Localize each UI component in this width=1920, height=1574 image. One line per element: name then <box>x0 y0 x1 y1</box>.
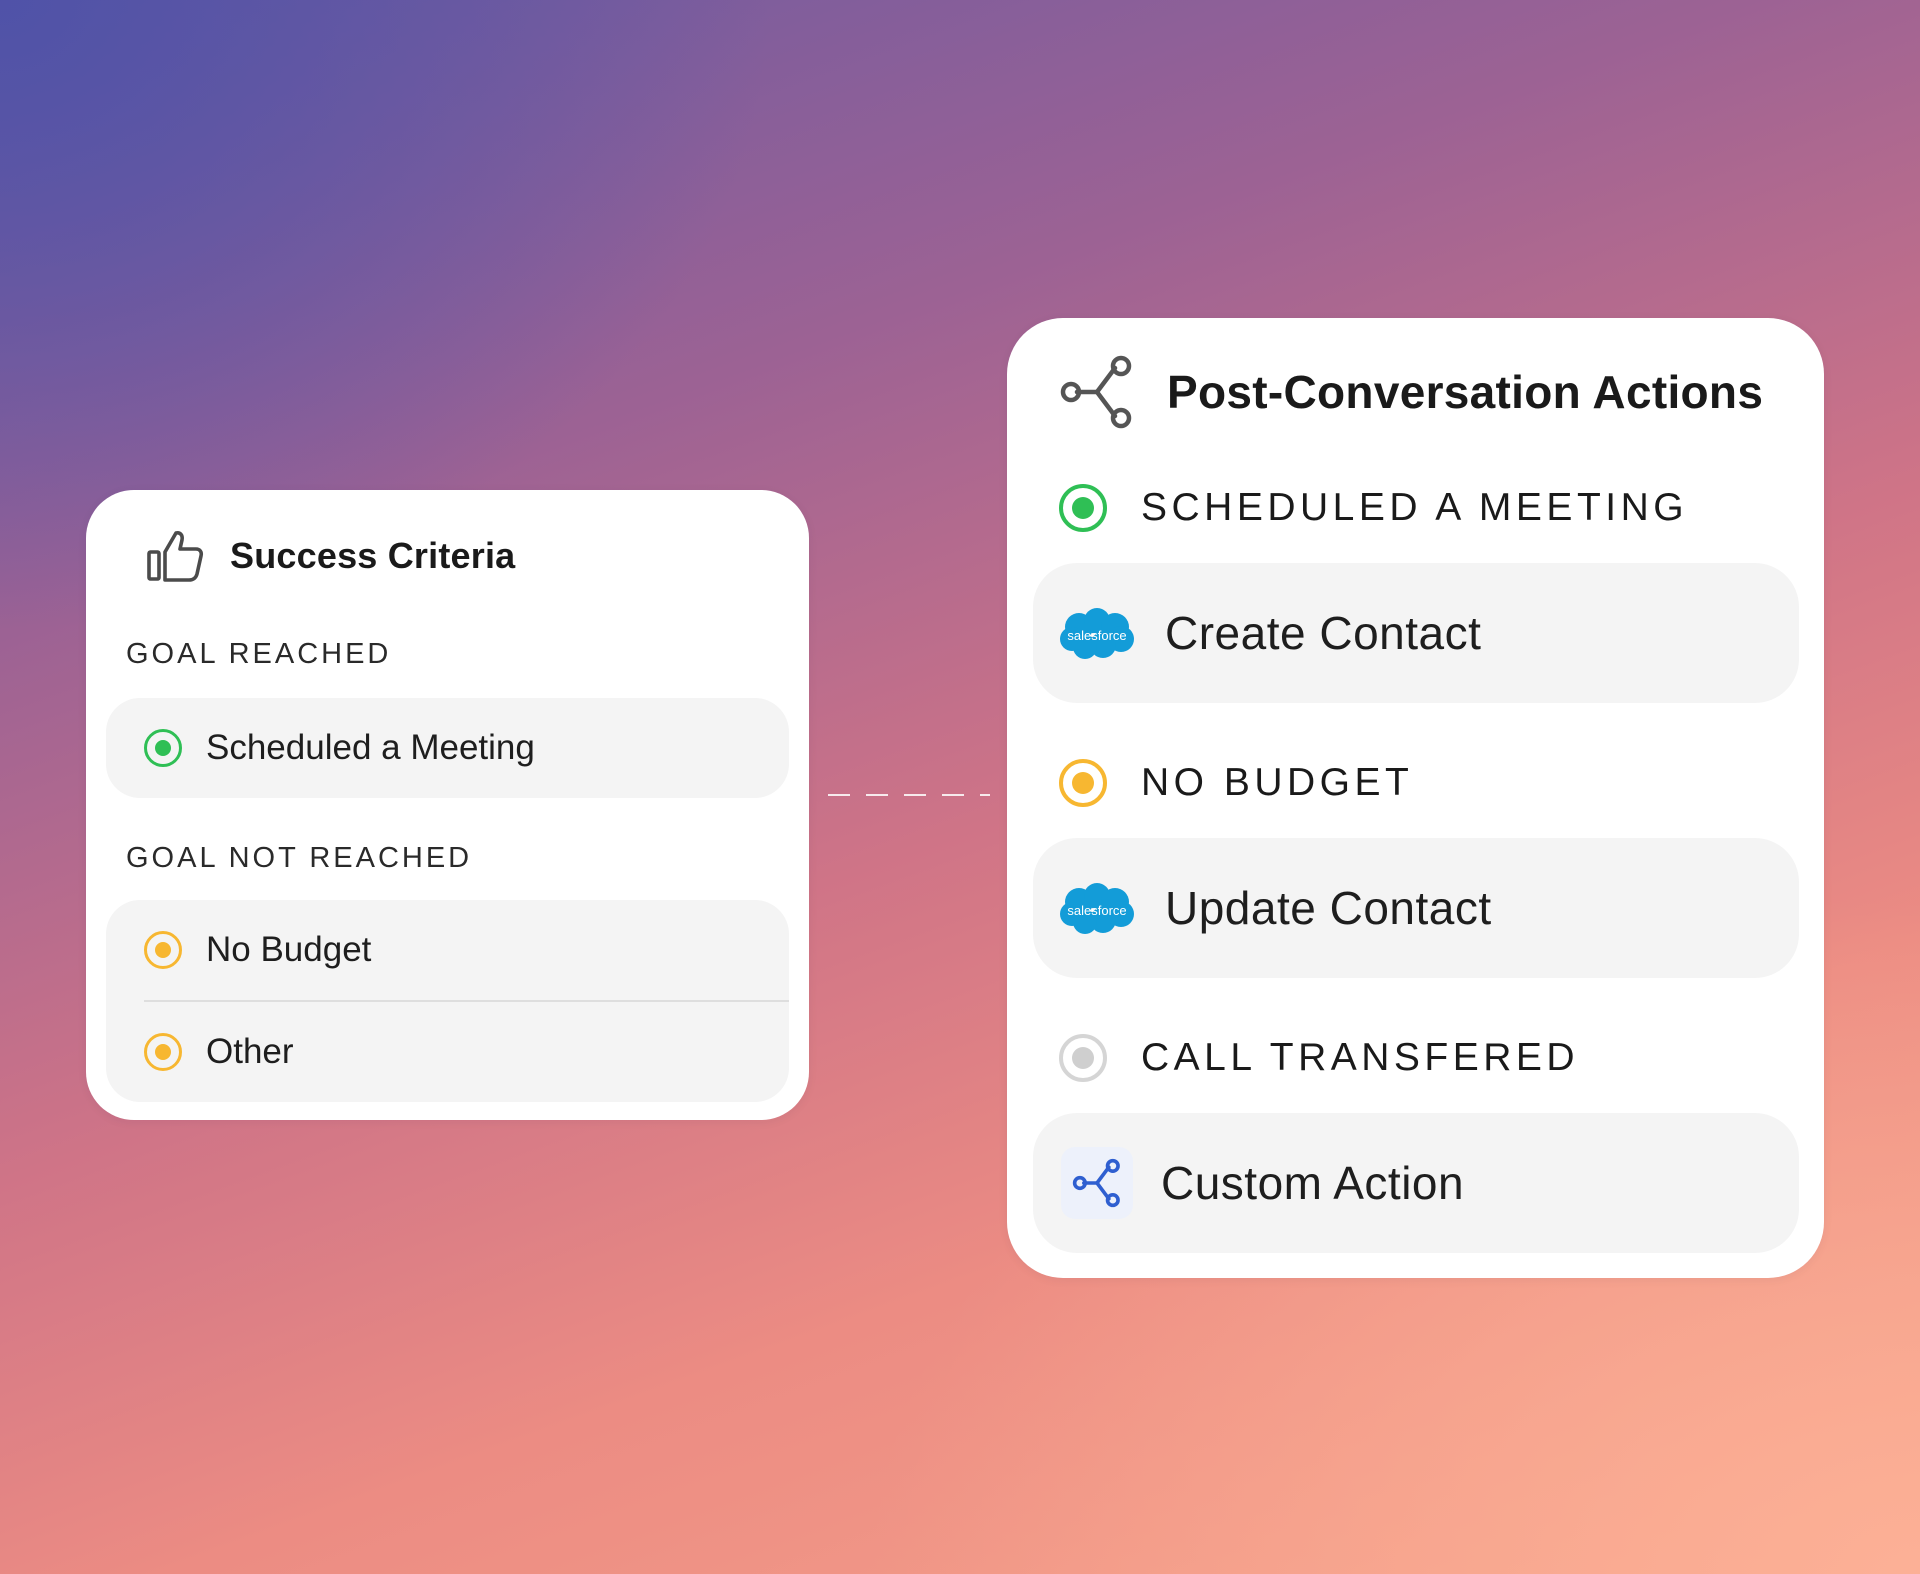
section-scheduled-meeting: SCHEDULED A MEETING <box>1059 484 1688 532</box>
success-criteria-title: Success Criteria <box>230 535 516 576</box>
share-nodes-icon <box>1060 355 1132 429</box>
criteria-item-scheduled-meeting[interactable]: Scheduled a Meeting <box>106 698 789 798</box>
salesforce-logo-text: salesforce <box>1067 628 1126 643</box>
status-indicator-yellow <box>144 931 182 969</box>
status-indicator-yellow <box>144 1033 182 1071</box>
status-indicator-yellow <box>1059 759 1107 807</box>
action-label: Create Contact <box>1165 607 1482 659</box>
status-indicator-grey <box>1059 1034 1107 1082</box>
status-indicator-green <box>1059 484 1107 532</box>
post-conversation-actions-card: Post-Conversation Actions SCHEDULED A ME… <box>1007 318 1824 1278</box>
criteria-item-label: Other <box>206 1032 294 1071</box>
action-create-contact[interactable]: salesforce Create Contact <box>1033 563 1799 703</box>
status-indicator-green <box>144 729 182 767</box>
goal-not-reached-group: No Budget Other <box>106 900 789 1102</box>
post-conversation-title: Post-Conversation Actions <box>1167 366 1764 418</box>
goal-reached-label: GOAL REACHED <box>126 638 392 670</box>
dashed-connector <box>828 794 990 796</box>
salesforce-logo: salesforce <box>1060 883 1134 934</box>
criteria-item-label: No Budget <box>206 930 372 969</box>
criteria-item-no-budget[interactable]: No Budget <box>106 900 789 1000</box>
goal-reached-group: Scheduled a Meeting <box>106 698 789 798</box>
section-call-transfered: CALL TRANSFERED <box>1059 1034 1579 1082</box>
salesforce-logo-text: salesforce <box>1067 903 1126 918</box>
success-criteria-card: Success Criteria GOAL REACHED Scheduled … <box>86 490 809 1120</box>
success-criteria-header: Success Criteria <box>146 528 515 584</box>
section-label: SCHEDULED A MEETING <box>1141 486 1689 529</box>
action-custom-action[interactable]: Custom Action <box>1033 1113 1799 1253</box>
thumbs-up-icon <box>147 531 204 582</box>
criteria-item-label: Scheduled a Meeting <box>206 728 535 767</box>
custom-action-icon-wrap <box>1061 1147 1133 1219</box>
goal-not-reached-label: GOAL NOT REACHED <box>126 842 473 874</box>
criteria-item-other[interactable]: Other <box>106 1002 789 1102</box>
action-label: Custom Action <box>1161 1157 1465 1209</box>
section-label: NO BUDGET <box>1141 761 1414 804</box>
section-no-budget: NO BUDGET <box>1059 759 1413 807</box>
custom-action-icon <box>1072 1158 1120 1208</box>
action-label: Update Contact <box>1165 882 1492 934</box>
action-update-contact[interactable]: salesforce Update Contact <box>1033 838 1799 978</box>
post-conversation-header: Post-Conversation Actions <box>1059 354 1763 430</box>
section-label: CALL TRANSFERED <box>1141 1036 1580 1079</box>
salesforce-logo: salesforce <box>1060 608 1134 659</box>
